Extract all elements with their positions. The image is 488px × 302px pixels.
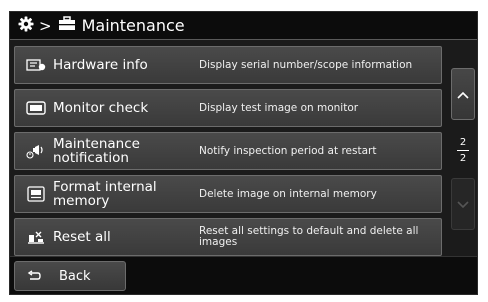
hardware-info-icon (25, 56, 47, 74)
menu-item-description: Notify inspection period at restart (199, 144, 377, 157)
menu-item-format-internal-memory[interactable]: Format internal memory Delete image on i… (14, 175, 442, 213)
memory-icon (25, 185, 47, 203)
maintenance-screen: > Maintenance Hardware info Display seri… (9, 11, 478, 295)
back-button-label: Back (59, 268, 91, 284)
menu-item-reset-all[interactable]: Reset all Reset all settings to default … (14, 218, 442, 256)
title-bar: > Maintenance (10, 12, 477, 40)
menu-item-description: Reset all settings to default and delete… (199, 225, 419, 248)
menu-item-description: Display test image on monitor (199, 101, 359, 114)
page-divider (457, 149, 469, 151)
bottom-bar: Back (10, 256, 477, 294)
menu-item-maintenance-notification[interactable]: Maintenance notification Notify inspecti… (14, 132, 442, 170)
menu-item-label: Reset all (53, 229, 111, 245)
back-button[interactable]: Back (14, 261, 126, 291)
chevron-up-icon (456, 85, 470, 104)
chevron-down-icon (456, 195, 470, 214)
page-title: Maintenance (81, 16, 185, 35)
back-arrow-icon (27, 270, 41, 282)
menu-item-description: Display serial number/scope information (199, 58, 413, 71)
menu-item-monitor-check[interactable]: Monitor check Display test image on moni… (14, 89, 442, 127)
menu-item-description: Delete image on internal memory (199, 187, 377, 200)
page-indicator: 2 2 (451, 132, 475, 168)
reset-icon (25, 228, 47, 246)
menu-item-label: Format internal memory (53, 179, 157, 209)
scroll-up-button[interactable] (451, 68, 475, 120)
gear-icon (18, 16, 34, 36)
toolbox-icon (58, 16, 76, 35)
notification-icon (25, 142, 47, 160)
total-pages: 2 (459, 152, 467, 164)
menu-item-label: Monitor check (53, 100, 149, 116)
menu-item-label: Hardware info (53, 57, 148, 73)
current-page: 2 (459, 136, 467, 148)
monitor-icon (25, 99, 47, 117)
scroll-down-button[interactable] (451, 178, 475, 230)
menu-item-hardware-info[interactable]: Hardware info Display serial number/scop… (14, 46, 442, 84)
breadcrumb-separator: > (39, 16, 52, 35)
menu-item-label: Maintenance notification (53, 136, 140, 166)
